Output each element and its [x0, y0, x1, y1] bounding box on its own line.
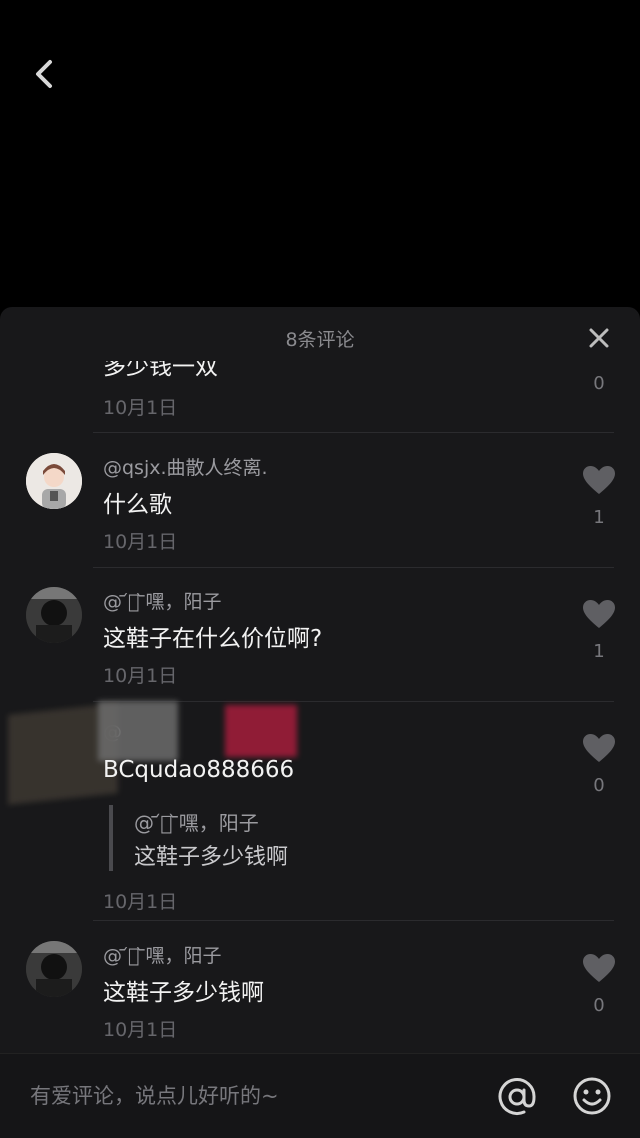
emoji-icon	[573, 1077, 611, 1115]
comments-sheet: 8条评论 多少钱一双 10月1日 0 @qsjx.曲散人终离. 什么歌 10月1…	[0, 307, 640, 1138]
comment-text: 什么歌	[103, 492, 172, 518]
comment-list[interactable]: 多少钱一双 10月1日 0 @qsjx.曲散人终离. 什么歌 10月1日 1 @…	[0, 361, 640, 1053]
smudge-overlay	[225, 705, 297, 757]
comment-input-bar: 有爱评论，说点儿好听的~	[0, 1053, 640, 1138]
like-button[interactable]	[582, 733, 616, 763]
back-button[interactable]	[26, 54, 66, 94]
heart-icon	[583, 734, 615, 762]
comment-date: 10月1日	[103, 531, 178, 553]
close-icon	[589, 328, 609, 348]
divider	[93, 920, 614, 921]
emoji-button[interactable]	[572, 1076, 612, 1116]
smudge-overlay	[98, 701, 178, 761]
at-icon	[498, 1078, 536, 1115]
avatar-photo	[26, 941, 82, 997]
like-count: 1	[593, 507, 605, 528]
comment-username[interactable]: @qsjx.曲散人终离.	[103, 453, 268, 480]
chevron-left-icon	[36, 60, 52, 88]
comment-date: 10月1日	[103, 891, 178, 913]
quote-bar	[109, 805, 113, 871]
avatar[interactable]	[26, 453, 82, 509]
mention-button[interactable]	[496, 1076, 538, 1118]
avatar-illustration	[26, 453, 82, 509]
like-count: 0	[593, 775, 605, 796]
comment-text: 多少钱一双	[103, 361, 218, 380]
like-count: 0	[593, 373, 605, 394]
like-button[interactable]	[582, 599, 616, 629]
like-count: 0	[593, 995, 605, 1016]
comment-date: 10月1日	[103, 665, 178, 687]
comment-text: 这鞋子多少钱啊	[103, 980, 264, 1006]
like-count: 1	[593, 641, 605, 662]
comment-username[interactable]: @ ᷄ั ᷅嘿，阳子	[103, 941, 221, 968]
heart-icon	[583, 600, 615, 628]
quoted-username[interactable]: @ ᷄ั ᷅嘿，阳子	[134, 807, 259, 836]
divider	[93, 432, 614, 433]
avatar-photo	[26, 587, 82, 643]
comment-input[interactable]: 有爱评论，说点儿好听的~	[30, 1076, 470, 1116]
avatar[interactable]	[26, 587, 82, 643]
divider	[93, 567, 614, 568]
like-button[interactable]	[582, 953, 616, 983]
heart-icon	[583, 466, 615, 494]
avatar[interactable]	[26, 941, 82, 997]
heart-icon	[583, 954, 615, 982]
quoted-text: 这鞋子多少钱啊	[134, 845, 289, 870]
comment-date: 10月1日	[103, 1019, 178, 1041]
comment-text: 这鞋子在什么价位啊?	[103, 626, 323, 652]
comment-date: 10月1日	[103, 397, 178, 419]
comment-text: BCqudao888666	[103, 757, 295, 783]
like-button[interactable]	[582, 465, 616, 495]
comments-count-title: 8条评论	[285, 329, 355, 351]
comment-username[interactable]: @ ᷄ั ᷅嘿，阳子	[103, 587, 221, 614]
close-button[interactable]	[586, 325, 612, 351]
